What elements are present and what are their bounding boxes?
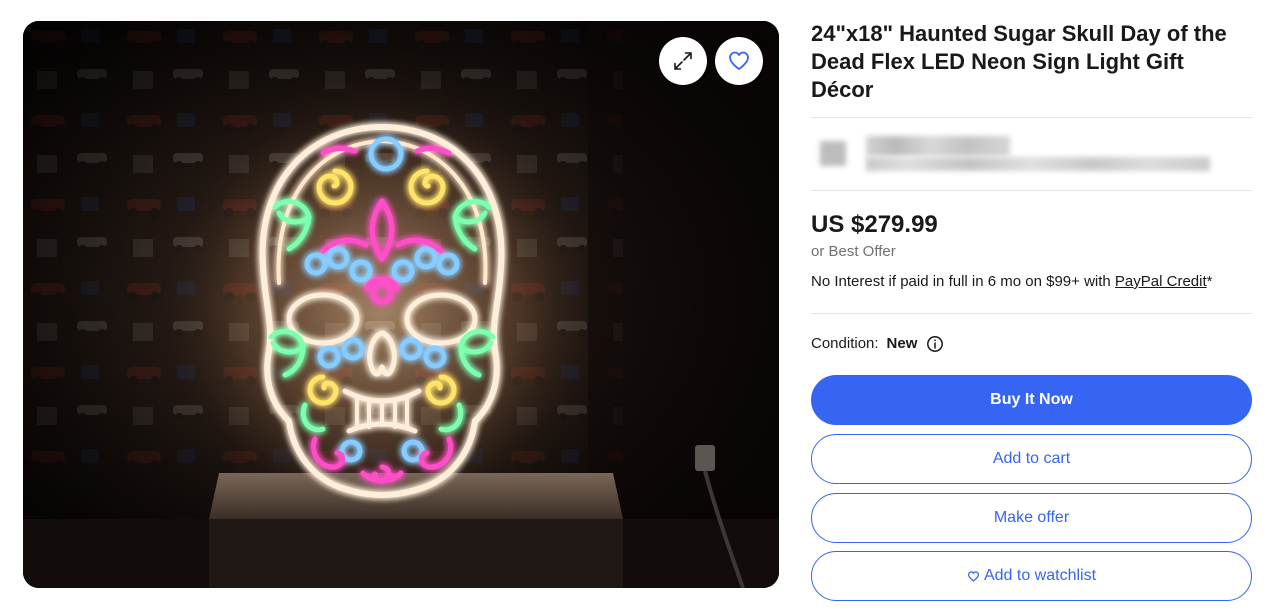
- condition-label: Condition:: [811, 335, 879, 352]
- expand-icon-arrow-ne: [683, 52, 692, 61]
- financing-info: No Interest if paid in full in 6 mo on $…: [811, 273, 1212, 291]
- product-photo: [23, 21, 779, 588]
- item-details-panel: 24"x18" Haunted Sugar Skull Day of the D…: [811, 0, 1252, 616]
- seller-feedback-blurred: [866, 157, 1210, 171]
- expand-icon-arrow-sw: [674, 61, 683, 70]
- financing-asterisk: *: [1206, 273, 1213, 290]
- make-offer-label: Make offer: [993, 509, 1070, 526]
- seller-name-blurred: [866, 136, 1010, 156]
- add-to-watchlist-label: Add to watchlist: [983, 567, 1097, 584]
- watch-item-button[interactable]: [715, 37, 763, 85]
- add-to-watchlist-button[interactable]: Add to watchlist: [811, 551, 1252, 601]
- condition-value: New: [886, 335, 918, 352]
- best-offer-label: or Best Offer: [811, 243, 896, 260]
- heart-outline-icon: [967, 570, 979, 581]
- item-price: US $279.99: [811, 211, 938, 238]
- info-icon[interactable]: [926, 335, 944, 353]
- seller-avatar: [820, 141, 846, 166]
- add-to-cart-button[interactable]: Add to cart: [811, 434, 1252, 484]
- table-top: [209, 473, 623, 519]
- buy-it-now-button[interactable]: Buy It Now: [811, 375, 1252, 425]
- make-offer-button[interactable]: Make offer: [811, 493, 1252, 543]
- divider: [811, 313, 1252, 314]
- product-image-gallery[interactable]: [23, 21, 779, 588]
- expand-icon: [674, 52, 692, 70]
- heart-icon-shape: [729, 51, 749, 70]
- expand-image-button[interactable]: [659, 37, 707, 85]
- item-condition: Condition: New: [811, 334, 944, 354]
- table-front: [209, 519, 623, 588]
- buy-it-now-label: Buy It Now: [990, 391, 1073, 408]
- heart-icon: [729, 51, 749, 70]
- info-icon-dot: [934, 339, 937, 342]
- add-to-cart-label: Add to cart: [992, 450, 1071, 467]
- heart-outline-shape: [967, 570, 979, 581]
- divider: [811, 117, 1252, 118]
- seller-info-blurred: [811, 128, 1252, 182]
- divider: [811, 190, 1252, 191]
- paypal-credit-link[interactable]: PayPal Credit: [1115, 273, 1207, 290]
- item-title: 24"x18" Haunted Sugar Skull Day of the D…: [811, 21, 1227, 102]
- power-outlet: [695, 445, 715, 471]
- financing-text: No Interest if paid in full in 6 mo on $…: [811, 273, 1115, 290]
